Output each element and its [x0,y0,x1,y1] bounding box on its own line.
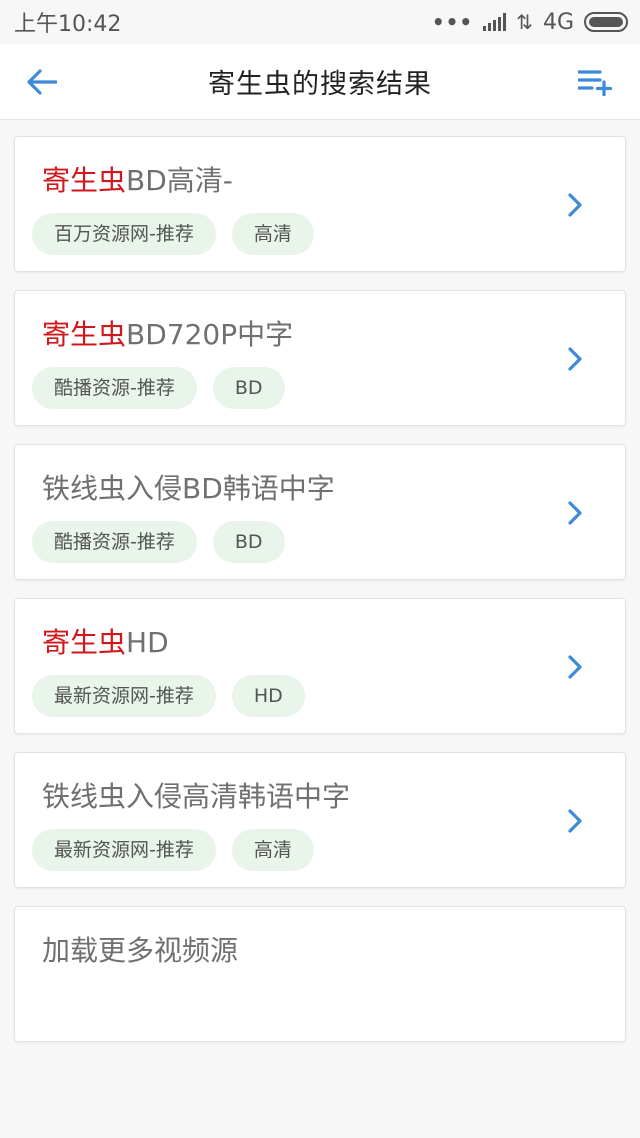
chevron-right-icon [568,193,582,217]
result-tags: 酷播资源-推荐 BD [32,521,285,563]
result-item[interactable]: 寄生虫BD高清- 百万资源网-推荐 高清 [14,136,626,272]
playlist-add-icon [578,70,613,96]
page-title: 寄生虫的搜索结果 [208,69,432,100]
result-tags: 最新资源网-推荐 HD [32,675,305,717]
result-title-rest: BD720P中字 [126,318,294,351]
status-time: 上午10:42 [14,12,122,37]
result-title: 寄生虫HD [42,621,169,661]
result-title-rest: 铁线虫入侵高清韩语中字 [42,780,351,813]
chevron-right-icon [568,501,582,525]
source-tag: 酷播资源-推荐 [32,521,197,563]
result-tags: 酷播资源-推荐 BD [32,367,285,409]
result-item[interactable]: 寄生虫HD 最新资源网-推荐 HD [14,598,626,734]
result-title-highlight: 寄生虫 [42,164,127,197]
result-title: 寄生虫BD高清- [42,159,233,199]
load-more-button[interactable]: 加载更多视频源 [14,906,626,1042]
source-tag: 最新资源网-推荐 [32,675,216,717]
quality-tag: BD [212,367,285,409]
load-more-label: 加载更多视频源 [42,934,239,967]
result-title: 铁线虫入侵BD韩语中字 [42,467,335,507]
result-title-highlight: 寄生虫 [42,318,127,351]
result-tags: 百万资源网-推荐 高清 [32,213,314,255]
chevron-right-icon [568,347,582,371]
status-bar: 上午10:42 ••• ⇅ 4G [0,0,640,44]
result-tags: 最新资源网-推荐 高清 [32,829,314,871]
source-tag: 最新资源网-推荐 [32,829,216,871]
quality-tag: 高清 [231,829,314,871]
search-results-list: 寄生虫BD高清- 百万资源网-推荐 高清 寄生虫BD720P中字 酷播资源-推荐… [14,136,626,1042]
more-dots-icon: ••• [431,10,474,34]
status-icons: ••• ⇅ 4G [432,10,628,35]
back-button[interactable] [20,60,64,104]
network-type: 4G [542,9,574,35]
signal-icon [483,13,507,31]
result-title: 寄生虫BD720P中字 [42,313,293,353]
source-tag: 百万资源网-推荐 [32,213,216,255]
result-item[interactable]: 铁线虫入侵BD韩语中字 酷播资源-推荐 BD [14,444,626,580]
result-title-rest: HD [126,626,169,659]
result-title: 铁线虫入侵高清韩语中字 [42,775,350,815]
battery-icon [584,12,628,32]
data-transfer-icon: ⇅ [516,10,533,34]
result-title-rest: BD高清- [126,164,233,197]
result-title-highlight: 寄生虫 [42,626,127,659]
result-title-rest: 铁线虫入侵BD韩语中字 [42,472,335,505]
source-tag: 酷播资源-推荐 [32,367,197,409]
quality-tag: BD [212,521,285,563]
result-item[interactable]: 寄生虫BD720P中字 酷播资源-推荐 BD [14,290,626,426]
top-app-bar: 寄生虫的搜索结果 [0,44,640,120]
result-item[interactable]: 铁线虫入侵高清韩语中字 最新资源网-推荐 高清 [14,752,626,888]
chevron-right-icon [568,809,582,833]
quality-tag: HD [231,675,305,717]
playlist-add-button[interactable] [574,60,618,104]
chevron-right-icon [568,655,582,679]
arrow-left-icon [27,69,57,95]
quality-tag: 高清 [231,213,314,255]
